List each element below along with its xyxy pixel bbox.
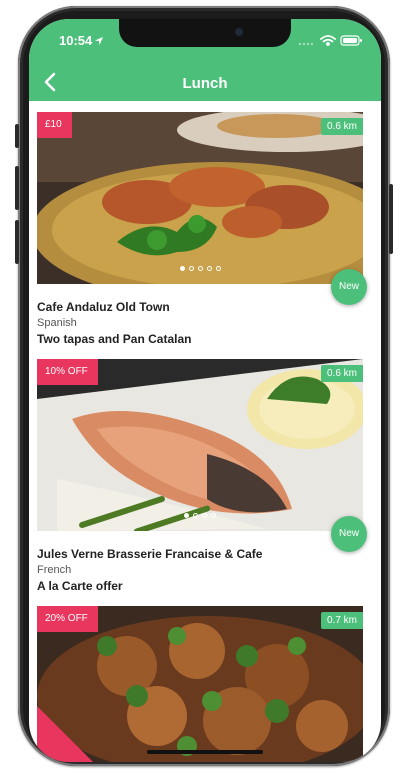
wifi-icon (320, 35, 336, 46)
offer-tag: 10% OFF (37, 359, 102, 385)
device-notch (119, 19, 291, 47)
restaurant-card[interactable]: 10% OFF 0.6 km New Jules Verne Brasserie… (37, 359, 367, 593)
app-header: 10:54 Lunch (29, 19, 381, 101)
new-badge: New (331, 516, 367, 552)
distance-badge: 0.6 km (320, 365, 363, 382)
restaurant-cuisine: French (37, 564, 72, 576)
pagination-dot[interactable] (197, 266, 203, 271)
restaurant-photo[interactable]: 20% OFF 0.7 km (37, 606, 363, 762)
status-time: 10:54 (59, 33, 104, 48)
pagination-dot[interactable] (179, 266, 185, 271)
pagination-dot[interactable] (211, 513, 216, 518)
battery-icon (340, 35, 362, 46)
restaurant-photo[interactable]: 10% OFF 0.6 km (37, 359, 363, 531)
photo-pagination[interactable] (37, 258, 363, 276)
signal-icon (298, 42, 314, 46)
distance-badge: 0.6 km (320, 118, 363, 135)
new-badge: New (331, 269, 367, 305)
offer-tag: £10 (37, 112, 76, 138)
restaurant-cuisine: Spanish (37, 317, 77, 329)
restaurant-name[interactable]: Jules Verne Brasserie Francaise & Cafe (37, 547, 363, 561)
pagination-dot[interactable] (184, 513, 189, 518)
side-button-volume-up (15, 166, 19, 210)
restaurant-offer: A la Carte offer (37, 579, 123, 593)
restaurant-card[interactable]: £10 0.6 km New Cafe Andaluz Old Town Spa… (37, 112, 367, 346)
side-button-power (389, 184, 393, 254)
side-button-silent (15, 124, 19, 148)
offer-tag: 20% OFF (37, 606, 102, 632)
restaurant-photo[interactable]: £10 0.6 km (37, 112, 363, 284)
pagination-dot[interactable] (193, 513, 198, 518)
restaurant-offer: Two tapas and Pan Catalan (37, 332, 192, 346)
photo-pagination[interactable] (37, 505, 363, 523)
restaurant-card[interactable]: 20% OFF 0.7 km (37, 606, 363, 762)
restaurant-name[interactable]: Cafe Andaluz Old Town (37, 300, 363, 314)
side-button-volume-down (15, 220, 19, 264)
camera-dot (235, 28, 243, 36)
app-screen: 10:54 Lunch £10 0.6 km New Cafe Andaluz … (29, 19, 381, 762)
status-icons (298, 35, 362, 46)
pagination-dot[interactable] (188, 266, 194, 271)
pagination-dot[interactable] (215, 266, 221, 271)
distance-badge: 0.7 km (320, 612, 363, 629)
home-indicator[interactable] (147, 750, 263, 754)
pagination-dot[interactable] (202, 513, 207, 518)
page-title: Lunch (182, 75, 228, 92)
location-arrow-icon (95, 37, 104, 45)
pagination-dot[interactable] (206, 266, 212, 271)
